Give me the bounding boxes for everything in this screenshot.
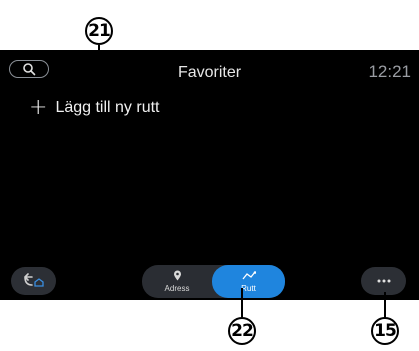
location-pin-icon [173,270,181,281]
callout-21: 21 [85,17,113,45]
add-route-button[interactable]: + Lägg till ny rutt [29,95,160,120]
more-dots-icon [377,279,390,283]
page-title: Favoriter [177,64,242,81]
tab-adress-label: Adress [164,284,190,293]
callout-15-leader [384,292,386,318]
back-home-button[interactable] [11,267,56,295]
callout-22-leader [241,288,243,318]
tab-rutt[interactable]: Rutt [212,265,285,298]
infotainment-screen: Favoriter 12:21 + Lägg till ny rutt Adre… [0,50,419,300]
add-route-label: Lägg till ny rutt [55,99,160,116]
favorites-type-selector: Adress Rutt [142,265,285,298]
back-home-icon [23,273,44,287]
plus-icon: + [29,95,48,120]
callout-15: 15 [371,317,399,345]
more-options-button[interactable] [361,267,406,295]
clock: 12:21 [368,62,411,81]
callout-22: 22 [228,317,256,345]
route-icon [241,270,256,279]
tab-adress[interactable]: Adress [142,265,212,298]
tab-rutt-label: Rutt [241,283,256,293]
